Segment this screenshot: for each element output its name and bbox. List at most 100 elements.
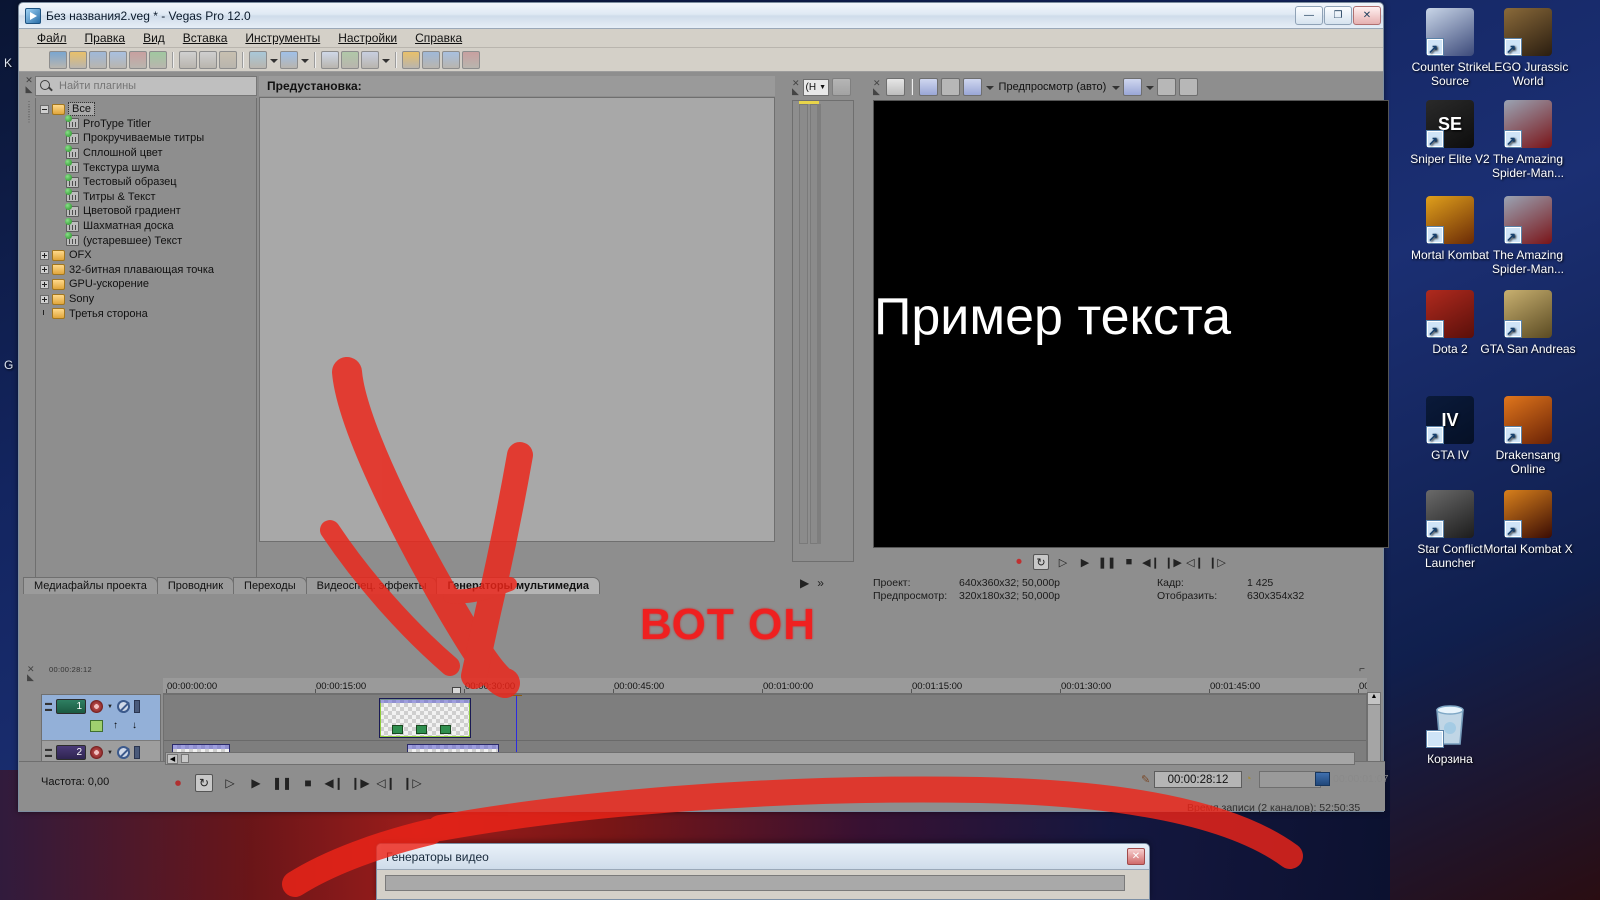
stop-icon[interactable]: ■ xyxy=(1121,554,1137,570)
meter-peak-indicator[interactable] xyxy=(799,101,819,104)
panel-tab[interactable]: Генераторы мультимедиа xyxy=(436,577,601,594)
dock-float-icon[interactable]: ◣ xyxy=(23,85,35,94)
mixer-properties-button[interactable] xyxy=(832,78,852,96)
go-to-start-icon[interactable]: ◀❙ xyxy=(324,774,343,792)
copy-icon[interactable] xyxy=(199,50,217,69)
timecode-sync-icon[interactable]: ◔ xyxy=(1245,773,1252,785)
menu-item-options[interactable]: Настройки xyxy=(338,31,397,45)
timeline-clip[interactable] xyxy=(379,698,471,738)
search-input[interactable] xyxy=(57,79,237,93)
tree-expand-icon[interactable] xyxy=(40,294,49,304)
mute-icon[interactable] xyxy=(116,700,130,713)
plugin-tree-item[interactable]: Тестовый образец xyxy=(40,173,256,190)
play-icon[interactable]: ▶ xyxy=(247,774,265,792)
properties-icon[interactable] xyxy=(109,50,127,69)
dock-gripper[interactable]: ✕ ◣ ⋮ ⋮ ⋮ ⋮ xyxy=(23,76,35,594)
capture-device-icon[interactable] xyxy=(1315,772,1330,786)
clip-event-fx-icon[interactable] xyxy=(416,725,427,734)
plugin-tree[interactable]: Все ProType Titler Прокручиваемые титры Спл… xyxy=(35,98,257,592)
plugin-tree-item[interactable]: 32-битная плавающая точка xyxy=(40,263,256,278)
playhead-flag-icon[interactable] xyxy=(511,695,522,696)
track-lane-1[interactable] xyxy=(164,695,1366,741)
save-snapshot-to-file-icon[interactable] xyxy=(1179,78,1199,96)
mixer-dock-close-icon[interactable]: ✕ ◣ xyxy=(792,79,800,96)
menu-item-help[interactable]: Справка xyxy=(415,31,462,45)
solo-icon[interactable] xyxy=(133,746,140,759)
menu-item-view[interactable]: Вид xyxy=(143,31,165,45)
scroll-up-icon[interactable]: ▲ xyxy=(1368,693,1380,705)
trimmer-icon[interactable] xyxy=(149,50,167,69)
selection-edit-tool-icon[interactable] xyxy=(422,50,440,69)
track-fx-dropdown-icon[interactable]: ▼ xyxy=(107,750,113,756)
project-video-properties-icon[interactable] xyxy=(885,78,905,96)
tree-collapse-icon[interactable] xyxy=(40,104,49,114)
meter-play-icon[interactable]: ▶ xyxy=(800,576,809,590)
track-minimize-icon[interactable]: ▬ ▬ xyxy=(45,700,52,713)
desktop-icon[interactable]: Корзина xyxy=(1402,700,1498,766)
solo-icon[interactable] xyxy=(133,700,140,713)
next-frame-icon[interactable]: ❙▷ xyxy=(402,774,421,792)
plugin-tree-item[interactable]: Шахматная доска xyxy=(40,217,256,234)
go-to-end-icon[interactable]: ❙▶ xyxy=(1164,554,1182,570)
loop-icon[interactable]: ↻ xyxy=(1033,554,1049,570)
desktop-icon[interactable]: ↗ Drakensang Online xyxy=(1480,396,1576,476)
pause-icon[interactable]: ❚❚ xyxy=(1098,554,1116,570)
clip-event-fx-icon[interactable] xyxy=(440,725,451,734)
mute-icon[interactable] xyxy=(116,746,130,759)
timeline-region-marker[interactable] xyxy=(452,687,461,693)
stop-icon[interactable]: ■ xyxy=(299,774,317,792)
go-to-start-icon[interactable]: ◀❙ xyxy=(1142,554,1160,570)
close-button[interactable]: ✕ xyxy=(1353,6,1381,25)
timeline-ruler[interactable]: 00:00:00:00 00:00:15:00 00:00:30:00 00:00:4… xyxy=(163,678,1367,694)
tree-expand-icon[interactable] xyxy=(40,265,49,275)
record-icon[interactable]: ⏺ xyxy=(1011,554,1027,570)
plugin-tree-item[interactable]: ProType Titler xyxy=(40,115,256,132)
plugin-tree-item[interactable]: Цветовой градиент xyxy=(40,202,256,219)
track-fx-icon[interactable] xyxy=(90,746,103,759)
track-header[interactable]: ▬ ▬ 1 ▼ ↑ ↓ xyxy=(42,695,160,741)
overlays-dropdown-icon[interactable] xyxy=(1145,78,1155,96)
plugin-tree-item[interactable]: (устаревшее) Текст xyxy=(40,232,256,248)
mixer-channel-select[interactable]: (H ▼ xyxy=(802,78,830,96)
menu-item-insert[interactable]: Вставка xyxy=(183,31,228,45)
dialog-close-button[interactable]: ✕ xyxy=(1127,848,1145,865)
prev-frame-icon[interactable]: ◁❙ xyxy=(1186,554,1204,570)
scrub-left-icon[interactable]: ◀ xyxy=(167,753,178,764)
next-frame-icon[interactable]: ❙▷ xyxy=(1208,554,1226,570)
track-number-badge[interactable]: 1 xyxy=(56,699,86,714)
current-timecode-display[interactable]: 00:00:28:12 xyxy=(1154,771,1242,788)
maximize-button[interactable]: ❐ xyxy=(1324,6,1352,25)
track-fx-dropdown-icon[interactable]: ▼ xyxy=(107,704,113,710)
play-icon[interactable]: ▶ xyxy=(1077,554,1093,570)
pause-icon[interactable]: ❚❚ xyxy=(272,774,292,792)
panel-tab[interactable]: Медиафайлы проекта xyxy=(23,577,158,594)
zoom-edit-tool-icon[interactable] xyxy=(442,50,460,69)
envelope-edit-tool-icon[interactable] xyxy=(402,50,420,69)
help-whats-this-icon[interactable] xyxy=(462,50,480,69)
video-output-fx-icon[interactable] xyxy=(940,78,960,96)
desktop-icon[interactable]: ↗ The Amazing Spider-Man... xyxy=(1480,100,1576,180)
dock-drag-dots-icon[interactable]: ⋮ ⋮ ⋮ ⋮ xyxy=(23,101,35,124)
plugin-tree-item[interactable]: Титры & Текст xyxy=(40,188,256,205)
cut-icon[interactable] xyxy=(179,50,197,69)
redo-dropdown-icon[interactable] xyxy=(300,51,309,69)
plugin-tree-item[interactable]: GPU-ускорение xyxy=(40,277,256,292)
plugin-tree-item[interactable]: Прокручиваемые титры xyxy=(40,129,256,146)
track-number-badge[interactable]: 2 xyxy=(56,745,86,760)
open-project-icon[interactable] xyxy=(69,50,87,69)
preset-preview-area[interactable] xyxy=(259,97,775,542)
preview-on-external-monitor-icon[interactable] xyxy=(918,78,938,96)
timecode-edit-icon[interactable]: ✎ xyxy=(1141,773,1150,786)
preview-quality-dropdown-icon[interactable] xyxy=(1111,78,1121,96)
panel-tab[interactable]: Переходы xyxy=(233,577,307,594)
save-project-icon[interactable] xyxy=(89,50,107,69)
plugin-search-row[interactable] xyxy=(35,76,257,96)
record-icon[interactable]: ⏺ xyxy=(169,774,187,792)
timecode-secondary-field[interactable] xyxy=(1259,771,1321,788)
panel-tab[interactable]: Видеоспец. эффекты xyxy=(305,577,438,594)
tree-expand-icon[interactable] xyxy=(40,250,49,260)
redo-icon[interactable] xyxy=(280,50,298,69)
plugin-tree-item[interactable]: Текстура шума xyxy=(40,159,256,175)
enable-snapping-icon[interactable] xyxy=(321,50,339,69)
normal-edit-tool-icon[interactable] xyxy=(361,50,379,69)
